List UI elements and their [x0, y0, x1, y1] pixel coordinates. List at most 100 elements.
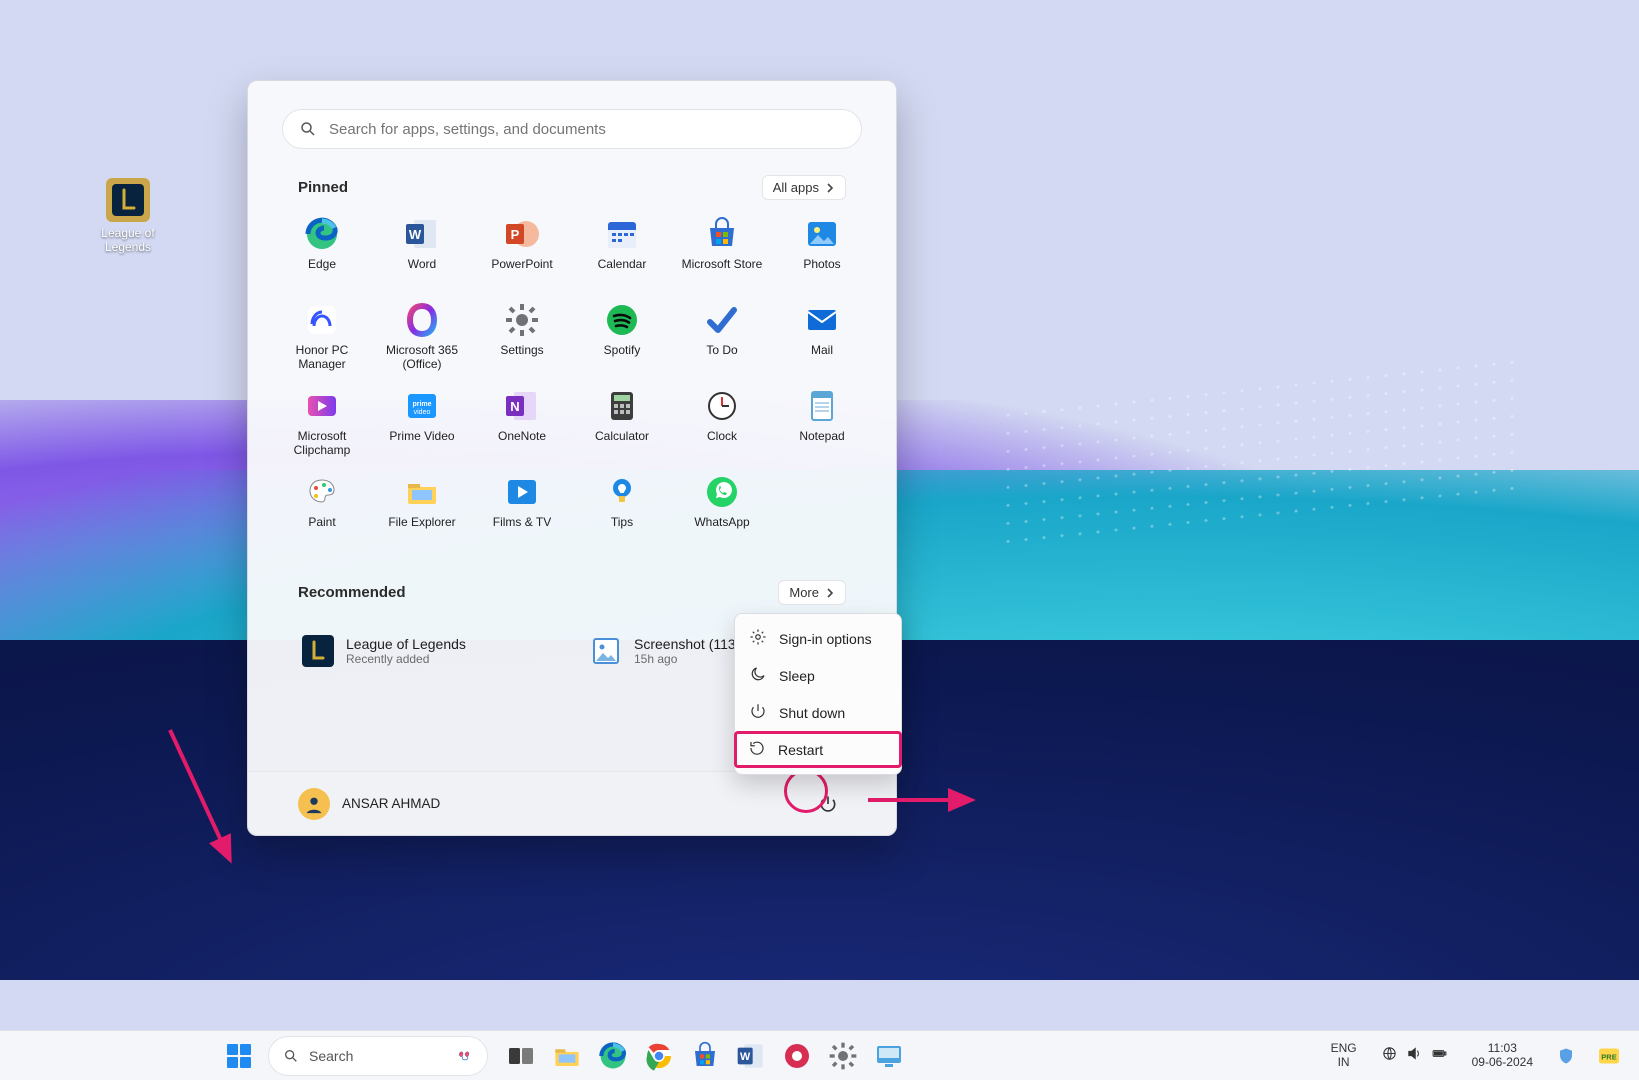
language-indicator[interactable]: ENGIN	[1323, 1038, 1365, 1072]
pinned-app-clock[interactable]: Clock	[672, 384, 772, 470]
spotify-icon	[604, 302, 640, 338]
taskbar-app-system[interactable]	[868, 1035, 910, 1077]
chevron-right-icon	[825, 588, 835, 598]
settings-icon	[504, 302, 540, 338]
start-button[interactable]	[218, 1035, 260, 1077]
lang-bottom: IN	[1331, 1056, 1357, 1069]
pinned-app-powerpoint[interactable]: P PowerPoint	[472, 212, 572, 298]
pinned-app-label: WhatsApp	[690, 516, 753, 530]
moon-icon	[749, 665, 767, 686]
pinned-app-m365[interactable]: Microsoft 365 (Office)	[372, 298, 472, 384]
taskbar-search-button[interactable]: Search	[268, 1036, 488, 1076]
notepad-icon	[804, 388, 840, 424]
pinned-app-mail[interactable]: Mail	[772, 298, 872, 384]
power-option-power[interactable]: Shut down	[735, 694, 901, 731]
taskbar-app-edge[interactable]	[592, 1035, 634, 1077]
onenote-icon: N	[504, 388, 540, 424]
recommended-item[interactable]: League of Legends Recently added	[298, 629, 558, 673]
clock-icon	[704, 388, 740, 424]
windows-logo-icon	[227, 1044, 251, 1068]
pinned-app-word[interactable]: W Word	[372, 212, 472, 298]
taskbar-app-screen-recorder[interactable]	[776, 1035, 818, 1077]
power-option-gear[interactable]: Sign-in options	[735, 620, 901, 657]
pinned-app-calendar[interactable]: Calendar	[572, 212, 672, 298]
pinned-app-label: Prime Video	[385, 430, 458, 444]
desktop-shortcut-league-of-legends[interactable]: League of Legends	[90, 178, 166, 254]
svg-text:P: P	[511, 227, 520, 242]
pinned-app-explorer[interactable]: File Explorer	[372, 470, 472, 556]
word-icon: W	[404, 216, 440, 252]
pinned-app-label: Clock	[703, 430, 741, 444]
pinned-app-clipchamp[interactable]: Microsoft Clipchamp	[272, 384, 372, 470]
prime-icon: primevideo	[404, 388, 440, 424]
pinned-app-label: Word	[404, 258, 440, 272]
tray-extra-icon-2[interactable]: PRE	[1591, 1043, 1627, 1069]
taskview-icon	[506, 1041, 536, 1071]
pinned-app-label: Microsoft Store	[678, 258, 767, 272]
pre-badge-icon: PRE	[1599, 1047, 1619, 1065]
lang-top: ENG	[1331, 1042, 1357, 1055]
quick-settings-button[interactable]	[1373, 1041, 1456, 1071]
tray-extra-icon-1[interactable]	[1549, 1043, 1583, 1069]
pinned-app-spotify[interactable]: Spotify	[572, 298, 672, 384]
desktop-background: League of Legends Pinned All apps EdgeW …	[0, 0, 1639, 1080]
start-menu: Pinned All apps EdgeW WordP PowerPoint C…	[247, 80, 897, 836]
battery-icon	[1431, 1045, 1448, 1067]
power-option-restart[interactable]: Restart	[734, 731, 902, 768]
pinned-grid: EdgeW WordP PowerPoint Calendar Microsof…	[248, 208, 896, 562]
tray-chevron-button[interactable]	[1299, 1052, 1315, 1060]
pinned-app-onenote[interactable]: N OneNote	[472, 384, 572, 470]
more-button[interactable]: More	[778, 580, 846, 605]
pinned-app-films[interactable]: Films & TV	[472, 470, 572, 556]
pinned-app-label: Notepad	[795, 430, 848, 444]
user-account-button[interactable]: ANSAR AHMAD	[298, 788, 440, 820]
power-button[interactable]	[810, 786, 846, 822]
pinned-app-tips[interactable]: Tips	[572, 470, 672, 556]
svg-text:W: W	[740, 1051, 751, 1063]
clock-button[interactable]: 11:0309-06-2024	[1464, 1038, 1541, 1072]
photos-icon	[804, 216, 840, 252]
pinned-app-todo[interactable]: To Do	[672, 298, 772, 384]
start-footer: ANSAR AHMAD	[248, 771, 896, 835]
pinned-app-prime[interactable]: primevideo Prime Video	[372, 384, 472, 470]
pinned-app-photos[interactable]: Photos	[772, 212, 872, 298]
tips-icon	[604, 474, 640, 510]
paint-icon	[304, 474, 340, 510]
chevron-right-icon	[825, 183, 835, 193]
pinned-app-label: To Do	[702, 344, 741, 358]
pinned-app-label: Spotify	[600, 344, 645, 358]
pinned-app-edge[interactable]: Edge	[272, 212, 372, 298]
pinned-app-store[interactable]: Microsoft Store	[672, 212, 772, 298]
start-search-box[interactable]	[282, 109, 862, 149]
m365-icon	[404, 302, 440, 338]
taskbar-app-file-explorer[interactable]	[546, 1035, 588, 1077]
taskbar-app-task-view[interactable]	[500, 1035, 542, 1077]
taskbar-app-word[interactable]: W	[730, 1035, 772, 1077]
pinned-app-honorpc[interactable]: Honor PC Manager	[272, 298, 372, 384]
taskbar-search-label: Search	[309, 1048, 447, 1064]
pinned-app-settings[interactable]: Settings	[472, 298, 572, 384]
system-tray: ENGIN 11:0309-06-2024 PRE	[1299, 1038, 1627, 1072]
mail-icon	[804, 302, 840, 338]
all-apps-button[interactable]: All apps	[762, 175, 846, 200]
start-search-input[interactable]	[329, 121, 845, 138]
power-option-label: Sign-in options	[779, 631, 872, 647]
clock-date: 09-06-2024	[1472, 1056, 1533, 1069]
pinned-app-label: File Explorer	[384, 516, 459, 530]
taskbar-app-microsoft-store[interactable]	[684, 1035, 726, 1077]
pinned-app-label: Calendar	[594, 258, 651, 272]
taskbar-app-settings[interactable]	[822, 1035, 864, 1077]
pinned-app-calc[interactable]: Calculator	[572, 384, 672, 470]
taskbar-app-chrome[interactable]	[638, 1035, 680, 1077]
films-icon	[504, 474, 540, 510]
calc-icon	[604, 388, 640, 424]
pinned-app-notepad[interactable]: Notepad	[772, 384, 872, 470]
pinned-app-whatsapp[interactable]: WhatsApp	[672, 470, 772, 556]
pinned-app-label: Mail	[807, 344, 837, 358]
network-icon	[1381, 1045, 1398, 1067]
power-option-moon[interactable]: Sleep	[735, 657, 901, 694]
search-highlight-icon	[457, 1048, 473, 1064]
shield-icon	[1557, 1047, 1575, 1065]
user-avatar-icon	[298, 788, 330, 820]
pinned-app-paint[interactable]: Paint	[272, 470, 372, 556]
